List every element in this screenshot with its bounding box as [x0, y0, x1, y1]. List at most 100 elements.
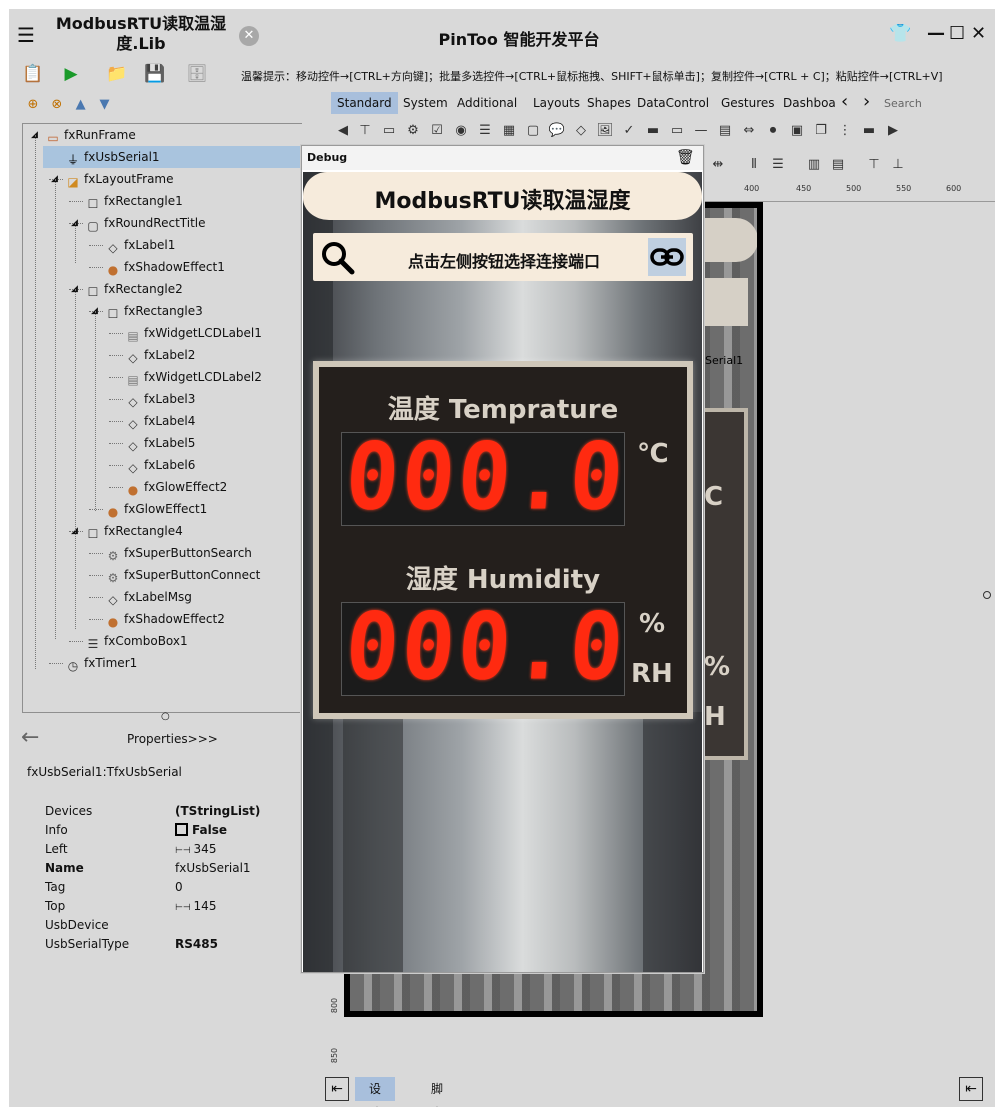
tree-item[interactable]: ◇ fxLabel3 [125, 388, 195, 410]
tree-item[interactable]: ◇ fxLabel4 [125, 410, 195, 432]
tree-item[interactable]: ● fxShadowEffect2 [105, 608, 225, 630]
align-icon-1[interactable]: ⇹ [708, 155, 728, 175]
close-project-icon[interactable]: ✕ [239, 26, 259, 46]
palette-tab[interactable]: Layouts [527, 92, 586, 114]
tree-item[interactable]: ☐ fxRectangle4 [85, 520, 183, 542]
palette-tab[interactable]: Shapes [581, 92, 637, 114]
tree-item[interactable]: ● fxGlowEffect2 [125, 476, 228, 498]
tree-item[interactable]: ⏚ fxUsbSerial1 [43, 146, 301, 168]
tree-item[interactable]: ☐ fxRectangle2 [85, 278, 183, 300]
palette-tab[interactable]: Standard [331, 92, 398, 114]
radio-comp-icon[interactable]: ◉ [451, 121, 471, 141]
calendar-comp-icon[interactable]: ▤ [715, 121, 735, 141]
trash-icon[interactable]: 🗑 [676, 148, 695, 166]
back-arrow-icon[interactable]: ← [21, 725, 39, 750]
gear-comp-icon[interactable]: ⚙ [403, 121, 423, 141]
property-row[interactable]: UsbDevice [45, 918, 305, 937]
palette-next-icon[interactable]: › [863, 91, 870, 112]
ok-button-comp-icon[interactable]: ▭ [379, 121, 399, 141]
tab-script[interactable]: 脚本 [417, 1077, 457, 1107]
property-value[interactable]: False [175, 823, 227, 837]
splitter-comp-icon[interactable]: ⋮ [835, 121, 855, 141]
property-row[interactable]: Devices (TStringList) [45, 804, 305, 823]
splitter-dot-icon[interactable]: ○ [161, 711, 170, 722]
align-icon-7[interactable]: ⊥ [888, 155, 908, 175]
tree-item[interactable]: ⚙ fxSuperButtonSearch [105, 542, 252, 564]
tree-item[interactable]: ◇ fxLabel6 [125, 454, 195, 476]
label-comp-icon[interactable]: ◇ [571, 121, 591, 141]
splitter-dot-icon[interactable] [983, 591, 991, 599]
property-value[interactable]: ⊢⊣ 145 [175, 899, 216, 913]
search-icon[interactable] [319, 239, 357, 277]
maximize-icon[interactable]: ☐ [949, 23, 965, 44]
property-value[interactable]: ⊢⊣ 345 [175, 842, 216, 856]
panel-comp-icon[interactable]: ▣ [787, 121, 807, 141]
list-comp-icon[interactable]: ☰ [475, 121, 495, 141]
resize-handle[interactable] [754, 1012, 760, 1017]
tree-item[interactable]: ◇ fxLabel2 [125, 344, 195, 366]
tab-design[interactable]: 设计 [355, 1077, 396, 1107]
debug-window[interactable]: Debug 🗑 ModbusRTU读取温湿度 点击左侧按钮选择连接端口 温度 T… [301, 145, 704, 973]
tree-item[interactable]: ◪ fxLayoutFrame [65, 168, 173, 190]
property-row[interactable]: Tag 0 [45, 880, 305, 899]
bar-comp-icon[interactable]: ▬ [859, 121, 879, 141]
collapse-right-icon[interactable]: ⇤ [959, 1077, 983, 1101]
callout-comp-icon[interactable]: 💬 [547, 121, 567, 141]
move-up-icon[interactable]: ▲ [71, 97, 91, 112]
selected-object[interactable]: fxUsbSerial1:TfxUsbSerial [27, 765, 182, 779]
palette-tab[interactable]: System [397, 92, 454, 114]
align-icon-5[interactable]: ▤ [828, 155, 848, 175]
spin-comp-icon[interactable]: ⇔ [739, 121, 759, 141]
group-comp-icon[interactable]: ❐ [811, 121, 831, 141]
property-value[interactable]: (TStringList) [175, 804, 260, 818]
canvas-serial-label[interactable]: Serial1 [705, 354, 743, 367]
scroll-right-icon[interactable]: ▶ [883, 121, 903, 141]
line-comp-icon[interactable]: — [691, 121, 711, 141]
tree-item[interactable]: ▤ fxWidgetLCDLabel1 [125, 322, 262, 344]
tree-item[interactable]: ▭ fxRunFrame [45, 124, 135, 146]
run-icon[interactable]: ▶ [59, 63, 83, 85]
property-row[interactable]: Left ⊢⊣ 345 [45, 842, 305, 861]
close-icon[interactable]: ✕ [971, 23, 986, 44]
switch-comp-icon[interactable]: ⏺ [763, 121, 783, 141]
collapse-left-icon[interactable]: ⇤ [325, 1077, 349, 1101]
tree-item[interactable]: ● fxGlowEffect1 [105, 498, 208, 520]
property-value[interactable]: 0 [175, 880, 183, 894]
align-icon-2[interactable]: ⫴ [744, 155, 764, 175]
add-node-icon[interactable]: ⊕ [23, 97, 43, 112]
rect-comp-icon[interactable]: ▢ [523, 121, 543, 141]
tree-item[interactable]: ◇ fxLabel1 [105, 234, 175, 256]
tree-item[interactable]: ▤ fxWidgetLCDLabel2 [125, 366, 262, 388]
shirt-icon[interactable]: 👕 [889, 23, 911, 44]
tree-item[interactable]: ● fxShadowEffect1 [105, 256, 225, 278]
palette-tab[interactable]: Gestures [715, 92, 781, 114]
grid-comp-icon[interactable]: ▦ [499, 121, 519, 141]
move-down-icon[interactable]: ▼ [94, 97, 114, 112]
tree-item[interactable]: ☐ fxRectangle1 [85, 190, 183, 212]
save-icon[interactable]: 💾 [143, 63, 167, 85]
property-row[interactable]: UsbSerialType RS485 [45, 937, 305, 956]
property-row[interactable]: Name fxUsbSerial1 [45, 861, 305, 880]
tree-item[interactable]: ⚙ fxSuperButtonConnect [105, 564, 261, 586]
open-folder-icon[interactable]: 📁 [105, 63, 129, 85]
palette-tab[interactable]: DataControl [631, 92, 715, 114]
tree-item[interactable]: ☐ fxRectangle3 [105, 300, 203, 322]
property-value[interactable]: fxUsbSerial1 [175, 861, 251, 875]
checkbox-icon[interactable] [175, 823, 188, 836]
scroll-left-icon[interactable]: ◀ [333, 121, 353, 141]
edit-comp-icon[interactable]: ▭ [667, 121, 687, 141]
align-icon-4[interactable]: ▥ [804, 155, 824, 175]
check-comp-icon[interactable]: ✓ [619, 121, 639, 141]
tree-item[interactable]: ◇ fxLabelMsg [105, 586, 192, 608]
property-value[interactable]: RS485 [175, 937, 218, 951]
palette-prev-icon[interactable]: ‹ [841, 91, 848, 112]
property-row[interactable]: Info False [45, 823, 305, 842]
toolbar-comp-icon[interactable]: ⊤ [355, 121, 375, 141]
database-icon[interactable]: 🗄 [185, 63, 209, 85]
tree-item[interactable]: ☰ fxComboBox1 [85, 630, 188, 652]
minimize-icon[interactable]: — [927, 23, 945, 44]
palette-tab[interactable]: Dashboar [777, 92, 835, 114]
checkbox-comp-icon[interactable]: ☑ [427, 121, 447, 141]
image-comp-icon[interactable]: 🖼 [595, 121, 615, 141]
connect-button[interactable] [648, 238, 686, 276]
